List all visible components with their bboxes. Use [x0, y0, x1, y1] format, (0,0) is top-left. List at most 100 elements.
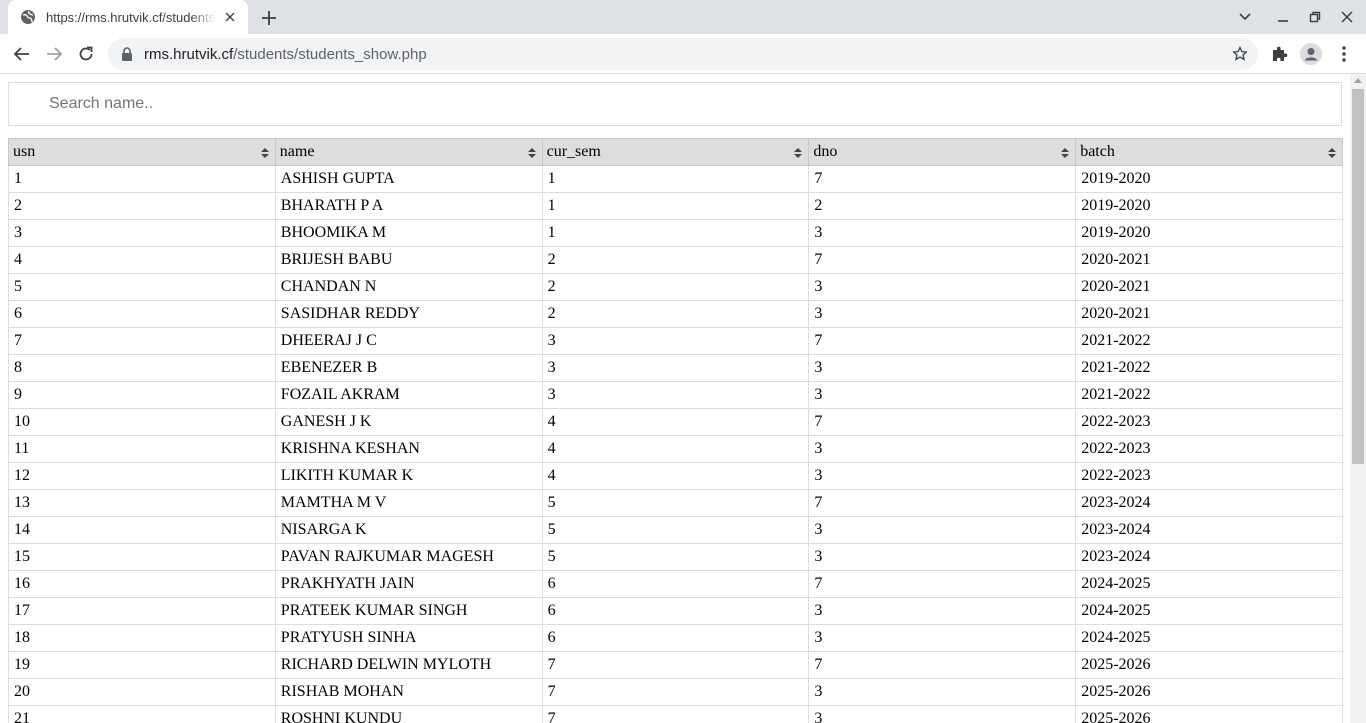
table-cell-dno: 3: [808, 435, 1077, 463]
table-cell-batch: 2021-2022: [1075, 327, 1343, 355]
table-cell-dno: 7: [808, 327, 1077, 355]
sort-icon[interactable]: [794, 147, 803, 159]
table-row: 4 BRIJESH BABU 2 7 2020-2021: [8, 246, 1343, 274]
table-cell-name: RISHAB MOHAN: [274, 678, 543, 706]
sort-icon[interactable]: [527, 147, 536, 159]
scroll-up-arrow-icon[interactable]: [1354, 78, 1362, 83]
table-row: 16 PRAKHYATH JAIN 6 7 2024-2025: [8, 570, 1343, 598]
table-cell-cur-sem: 1: [541, 165, 810, 193]
table-cell-batch: 2019-2020: [1075, 165, 1343, 193]
table-cell-cur-sem: 4: [541, 462, 810, 490]
tab-strip: https://rms.hrutvik.cf/students/students…: [0, 0, 1366, 34]
reload-icon[interactable]: [74, 42, 98, 66]
browser-toolbar: rms.hrutvik.cf/students/students_show.ph…: [0, 34, 1366, 74]
table-cell-name: ROSHNI KUNDU: [274, 705, 543, 723]
table-cell-dno: 3: [808, 705, 1077, 723]
table-cell-usn: 5: [8, 273, 276, 301]
column-header-usn[interactable]: usn: [8, 138, 276, 166]
table-cell-usn: 21: [8, 705, 276, 723]
table-cell-name: EBENEZER B: [274, 354, 543, 382]
table-row: 5 CHANDAN N 2 3 2020-2021: [8, 273, 1343, 301]
sort-icon[interactable]: [1328, 147, 1336, 159]
table-row: 3 BHOOMIKA M 1 3 2019-2020: [8, 219, 1343, 247]
table-cell-cur-sem: 2: [541, 273, 810, 301]
arrow-left-icon[interactable]: [10, 42, 34, 66]
table-cell-batch: 2020-2021: [1075, 273, 1343, 301]
table-cell-cur-sem: 6: [541, 597, 810, 625]
table-row: 11 KRISHNA KESHAN 4 3 2022-2023: [8, 435, 1343, 463]
table-cell-usn: 1: [8, 165, 276, 193]
close-icon[interactable]: [222, 9, 238, 25]
arrow-right-icon[interactable]: [42, 42, 66, 66]
table-cell-usn: 11: [8, 435, 276, 463]
table-cell-name: NISARGA K: [274, 516, 543, 544]
table-row: 18 PRATYUSH SINHA 6 3 2024-2025: [8, 624, 1343, 652]
close-window-icon[interactable]: [1338, 8, 1356, 26]
plus-icon[interactable]: [258, 7, 280, 29]
chevron-down-icon[interactable]: [1236, 8, 1254, 26]
table-cell-cur-sem: 7: [541, 651, 810, 679]
table-cell-cur-sem: 5: [541, 516, 810, 544]
table-cell-dno: 3: [808, 462, 1077, 490]
sort-icon[interactable]: [260, 147, 269, 159]
table-cell-dno: 3: [808, 624, 1077, 652]
table-cell-name: CHANDAN N: [274, 273, 543, 301]
table-row: 14 NISARGA K 5 3 2023-2024: [8, 516, 1343, 544]
search-input[interactable]: [8, 82, 1342, 126]
table-cell-cur-sem: 5: [541, 489, 810, 517]
globe-icon: [21, 10, 35, 24]
column-header-name[interactable]: name: [274, 138, 543, 166]
table-cell-batch: 2021-2022: [1075, 381, 1343, 409]
table-cell-batch: 2022-2023: [1075, 408, 1343, 436]
column-header-cur-sem[interactable]: cur_sem: [541, 138, 810, 166]
puzzle-icon[interactable]: [1268, 43, 1290, 65]
table-cell-name: RICHARD DELWIN MYLOTH: [274, 651, 543, 679]
url-path: /students/students_show.php: [233, 45, 427, 63]
profile-icon[interactable]: [1300, 43, 1322, 65]
table-cell-batch: 2019-2020: [1075, 219, 1343, 247]
table-row: 8 EBENEZER B 3 3 2021-2022: [8, 354, 1343, 382]
table-cell-batch: 2021-2022: [1075, 354, 1343, 382]
table-cell-usn: 18: [8, 624, 276, 652]
page-scrollbar[interactable]: [1350, 74, 1366, 723]
column-header-batch[interactable]: batch: [1075, 138, 1343, 166]
table-row: 21 ROSHNI KUNDU 7 3 2025-2026: [8, 705, 1343, 723]
column-header-dno[interactable]: dno: [808, 138, 1077, 166]
table-cell-cur-sem: 7: [541, 705, 810, 723]
table-cell-dno: 3: [808, 300, 1077, 328]
star-icon[interactable]: [1232, 46, 1248, 62]
table-cell-cur-sem: 2: [541, 300, 810, 328]
sort-icon[interactable]: [1061, 147, 1070, 159]
table-cell-batch: 2022-2023: [1075, 462, 1343, 490]
lock-icon[interactable]: [120, 47, 134, 61]
table-cell-cur-sem: 6: [541, 570, 810, 598]
table-cell-batch: 2020-2021: [1075, 300, 1343, 328]
table-cell-usn: 7: [8, 327, 276, 355]
table-cell-dno: 7: [808, 408, 1077, 436]
table-cell-batch: 2023-2024: [1075, 543, 1343, 571]
table-cell-name: DHEERAJ J C: [274, 327, 543, 355]
table-cell-usn: 2: [8, 192, 276, 220]
table-row: 6 SASIDHAR REDDY 2 3 2020-2021: [8, 300, 1343, 328]
table-row: 19 RICHARD DELWIN MYLOTH 7 7 2025-2026: [8, 651, 1343, 679]
table-cell-dno: 7: [808, 570, 1077, 598]
table-cell-cur-sem: 3: [541, 381, 810, 409]
table-cell-name: SASIDHAR REDDY: [274, 300, 543, 328]
students-table: usn name cur_sem dno batch 1 ASHISH GUPTA 1 7 20…: [8, 138, 1343, 723]
scrollbar-thumb[interactable]: [1352, 89, 1364, 464]
table-cell-dno: 3: [808, 273, 1077, 301]
table-row: 20 RISHAB MOHAN 7 3 2025-2026: [8, 678, 1343, 706]
table-cell-name: BHARATH P A: [274, 192, 543, 220]
kebab-menu-icon[interactable]: [1333, 43, 1355, 65]
page-viewport: usnnamecur_semdnobatch 1ASHISH GUPTA1720…: [0, 74, 1350, 723]
minimize-icon[interactable]: [1274, 8, 1292, 26]
table-cell-batch: 2023-2024: [1075, 489, 1343, 517]
table-row: 13 MAMTHA M V 5 7 2023-2024: [8, 489, 1343, 517]
address-bar[interactable]: rms.hrutvik.cf/students/students_show.ph…: [108, 38, 1258, 70]
table-cell-usn: 20: [8, 678, 276, 706]
restore-icon[interactable]: [1306, 8, 1324, 26]
table-cell-batch: 2025-2026: [1075, 678, 1343, 706]
browser-tab[interactable]: https://rms.hrutvik.cf/students/students…: [8, 0, 248, 34]
table-cell-batch: 2024-2025: [1075, 570, 1343, 598]
table-cell-dno: 3: [808, 516, 1077, 544]
